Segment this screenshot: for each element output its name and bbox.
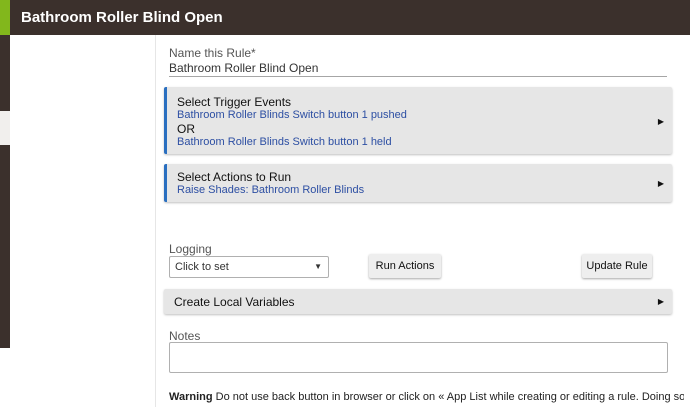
warning-message: Warning Do not use back button in browse… [169, 391, 684, 403]
rule-editor: Name this Rule* Bathroom Roller Blind Op… [155, 35, 690, 407]
warning-text: Do not use back button in browser or cli… [212, 391, 684, 403]
section-title: Select Actions to Run [177, 170, 292, 184]
rule-name-label: Name this Rule* [169, 46, 256, 60]
rule-name-input[interactable]: Bathroom Roller Blind Open [169, 61, 318, 75]
notes-label: Notes [169, 329, 201, 343]
warning-label: Warning [169, 391, 213, 403]
content-divider [155, 35, 156, 407]
rule-name-underline [169, 76, 667, 77]
create-local-variables-section[interactable]: Create Local Variables ▶ [164, 289, 672, 314]
select-trigger-events-section[interactable]: Select Trigger Events Bathroom Roller Bl… [164, 87, 672, 154]
select-actions-section[interactable]: Select Actions to Run Raise Shades: Bath… [164, 164, 672, 202]
notes-textarea[interactable] [169, 342, 668, 373]
trigger-or-separator: OR [177, 122, 195, 136]
page-title: Bathroom Roller Blind Open [21, 9, 223, 26]
expand-arrow-icon: ▶ [657, 297, 664, 306]
expand-arrow-icon: ▶ [657, 117, 664, 126]
sidebar-selected-indicator [0, 111, 10, 145]
nav-panel [10, 35, 155, 407]
section-title: Select Trigger Events [177, 95, 292, 109]
update-rule-button[interactable]: Update Rule [582, 254, 652, 278]
header-accent [0, 0, 10, 35]
action-1: Raise Shades: Bathroom Roller Blinds [177, 184, 365, 196]
chevron-down-icon: ▼ [314, 262, 322, 271]
run-actions-button[interactable]: Run Actions [369, 254, 441, 278]
section-title: Create Local Variables [174, 295, 295, 309]
logging-label: Logging [169, 242, 212, 256]
app-header: Bathroom Roller Blind Open [0, 0, 690, 35]
trigger-event-2: Bathroom Roller Blinds Switch button 1 h… [177, 136, 392, 148]
logging-select-value: Click to set [175, 261, 229, 273]
expand-arrow-icon: ▶ [657, 179, 664, 188]
trigger-event-1: Bathroom Roller Blinds Switch button 1 p… [177, 109, 407, 121]
logging-select[interactable]: Click to set ▼ [169, 256, 329, 278]
sidebar-strip [0, 35, 10, 348]
